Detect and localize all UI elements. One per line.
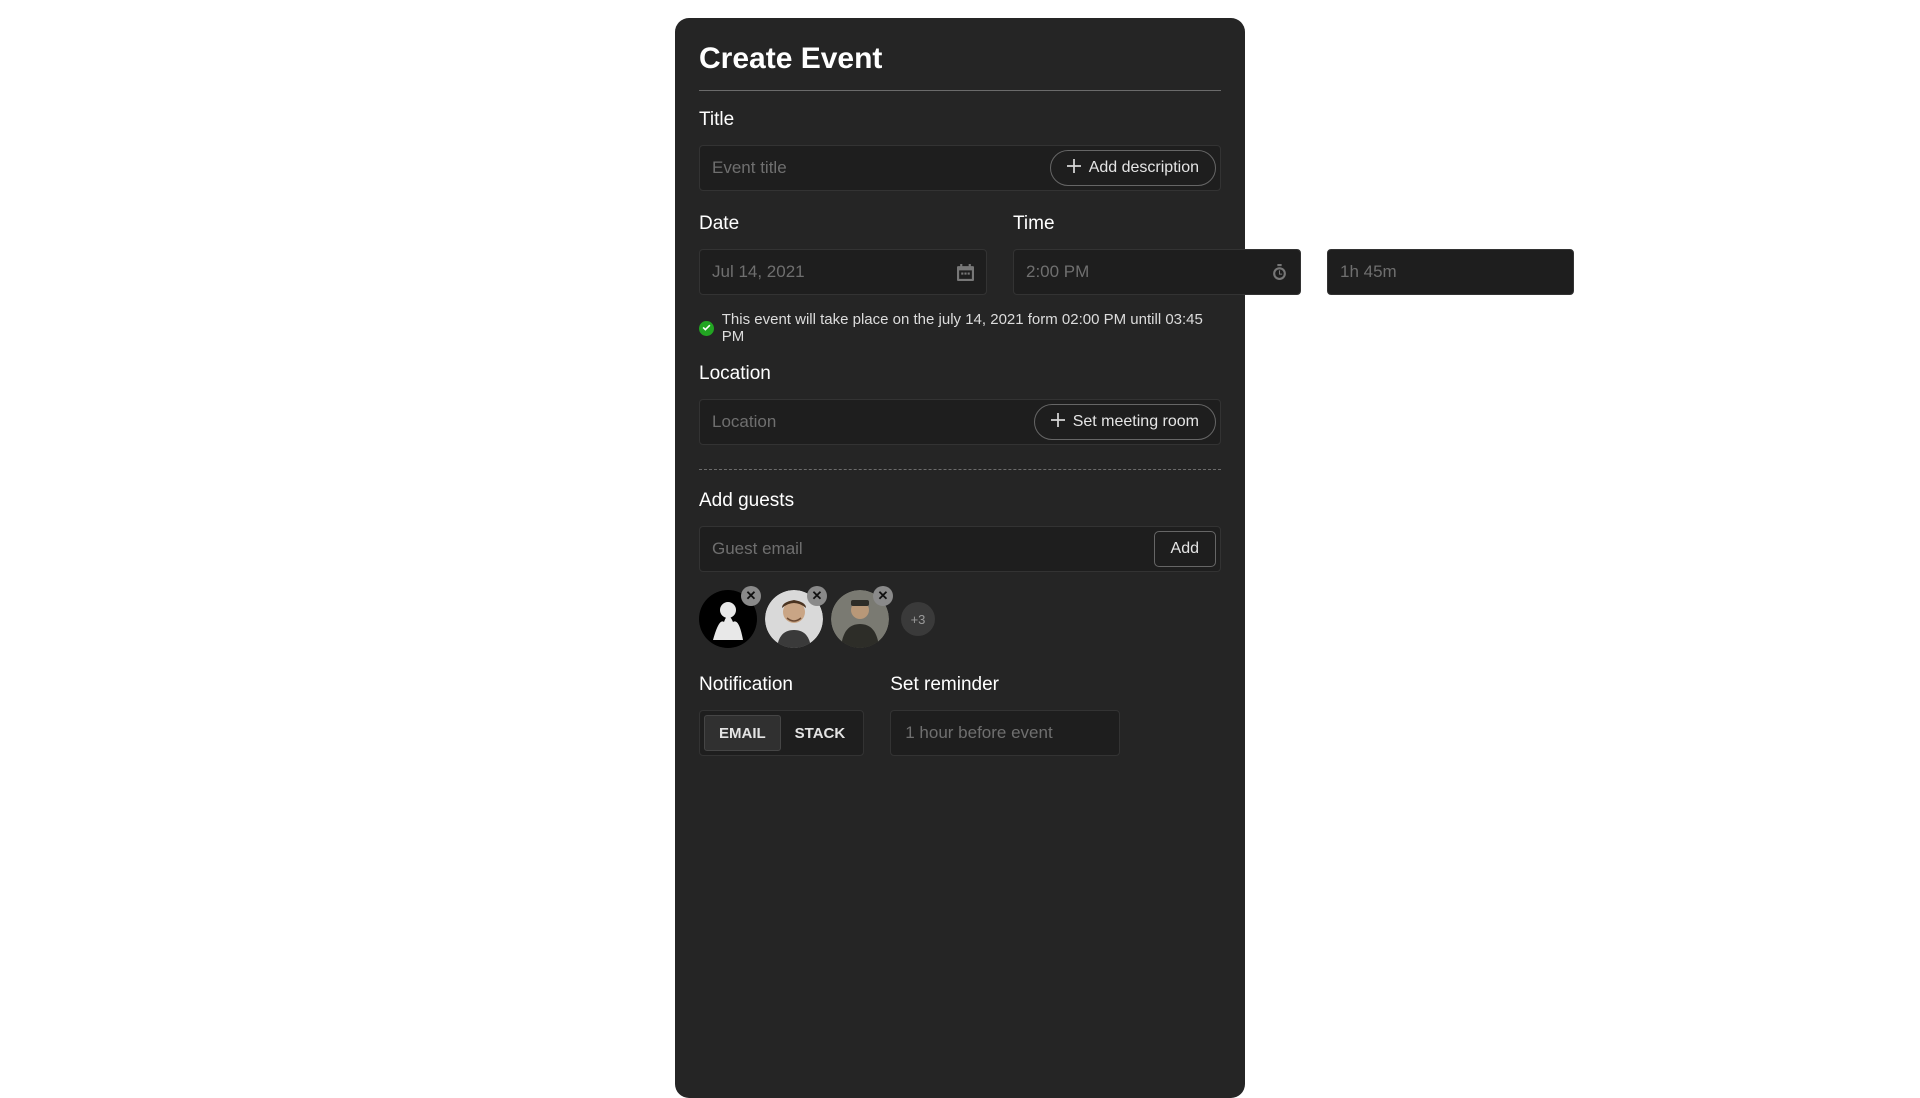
- date-input[interactable]: [700, 250, 945, 294]
- more-guests-badge[interactable]: +3: [901, 602, 935, 636]
- set-meeting-room-button[interactable]: Set meeting room: [1034, 404, 1216, 440]
- page-title: Create Event: [699, 42, 1221, 76]
- guest-avatars: ✕ ✕ ✕ +3: [699, 590, 1221, 648]
- notification-label: Notification: [699, 674, 864, 696]
- plus-icon: [1051, 413, 1065, 432]
- location-input[interactable]: [700, 400, 1030, 444]
- more-guests-count: +3: [911, 612, 926, 627]
- time-label: Time: [1013, 213, 1301, 235]
- title-input[interactable]: [700, 146, 1046, 190]
- date-input-group: [699, 249, 987, 295]
- schedule-info: This event will take place on the july 1…: [699, 311, 1221, 345]
- stopwatch-icon: [1259, 250, 1300, 294]
- date-label: Date: [699, 213, 987, 235]
- reminder-label: Set reminder: [890, 674, 1120, 696]
- remove-guest-button[interactable]: ✕: [873, 586, 893, 606]
- guest-avatar: ✕: [765, 590, 823, 648]
- add-description-button[interactable]: Add description: [1050, 150, 1216, 186]
- divider: [699, 90, 1221, 91]
- location-label: Location: [699, 363, 1221, 385]
- location-input-group: Set meeting room: [699, 399, 1221, 445]
- guest-avatar: ✕: [699, 590, 757, 648]
- add-guest-button[interactable]: Add: [1154, 531, 1216, 567]
- duration-input-group: [1327, 249, 1574, 295]
- notification-stack-option[interactable]: STACK: [781, 715, 860, 751]
- time-input-group: [1013, 249, 1301, 295]
- reminder-select[interactable]: 1 hour before event: [890, 710, 1120, 756]
- remove-guest-button[interactable]: ✕: [741, 586, 761, 606]
- notification-email-option[interactable]: EMAIL: [704, 715, 781, 751]
- set-meeting-room-label: Set meeting room: [1073, 413, 1199, 431]
- create-event-card: Create Event Title Add description Date …: [675, 18, 1245, 1098]
- add-description-label: Add description: [1089, 159, 1199, 177]
- remove-guest-button[interactable]: ✕: [807, 586, 827, 606]
- check-circle-icon: [699, 321, 714, 336]
- reminder-value: 1 hour before event: [905, 723, 1052, 743]
- guests-input-group: Add: [699, 526, 1221, 572]
- calendar-icon: [945, 250, 986, 294]
- duration-label: Duration: [1327, 213, 1574, 235]
- title-label: Title: [699, 109, 1221, 131]
- guests-label: Add guests: [699, 490, 1221, 512]
- guest-email-input[interactable]: [700, 527, 1150, 571]
- guest-avatar: ✕: [831, 590, 889, 648]
- notification-toggle: EMAIL STACK: [699, 710, 864, 756]
- title-input-group: Add description: [699, 145, 1221, 191]
- duration-input[interactable]: [1328, 250, 1573, 294]
- time-input[interactable]: [1014, 250, 1259, 294]
- schedule-info-text: This event will take place on the july 1…: [722, 311, 1221, 345]
- divider-dashed: [699, 469, 1221, 470]
- add-guest-label: Add: [1171, 540, 1199, 558]
- plus-icon: [1067, 159, 1081, 178]
